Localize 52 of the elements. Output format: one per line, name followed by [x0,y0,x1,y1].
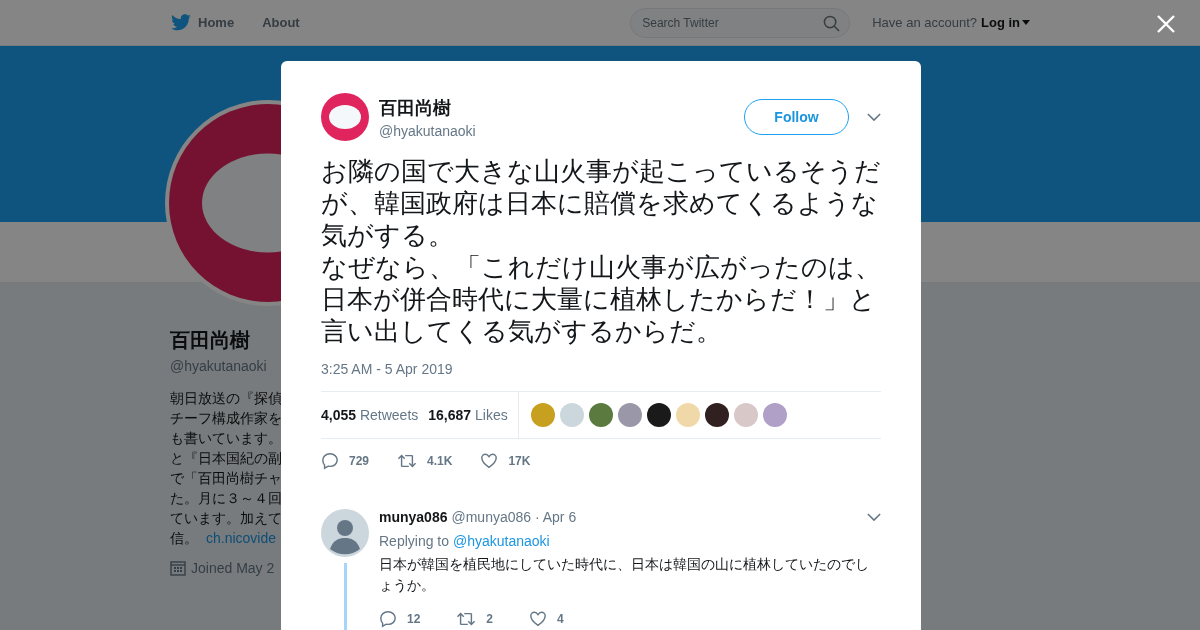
retweet-icon[interactable] [397,452,418,470]
avatar[interactable] [321,93,369,141]
reply-icon[interactable] [321,452,339,470]
chevron-down-icon[interactable] [867,112,881,122]
nav-link[interactable]: About [262,15,300,30]
follow-button[interactable]: Follow [744,99,849,135]
retweet-button[interactable]: 2 [456,610,494,628]
avatar[interactable] [321,509,369,557]
tweet-text: お隣の国で大きな山火事が起こっているそうだが、韓国政府は日本に賠償を求めてくるような気がする。 [321,155,881,251]
chevron-down-icon[interactable] [867,512,881,522]
bio-text: も書いています。 [170,429,283,448]
account-prompt: Have an account? [872,15,977,30]
mention-link[interactable]: @hyakutanaoki [452,533,550,549]
login-link[interactable]: Log in [981,15,1030,30]
search-icon[interactable] [823,14,841,32]
retweet-button[interactable]: 4.1K [397,452,453,470]
search-field[interactable]: Search Twitter [630,7,851,38]
bio-text: で「百田尚樹チャ [170,469,283,488]
like-button[interactable]: 17K [480,452,531,470]
liker-avatar[interactable] [646,403,671,427]
liker-avatar[interactable] [704,403,729,427]
thread-line [343,563,347,630]
replying-to-text: Replying to @hyakutanaoki [379,533,551,549]
reply-author-name[interactable]: munya086 [379,509,448,525]
tweet-text: なぜなら、「これだけ山火事が広がったのは、日本が併合時代に大量に植林したからだ！」と言い出してくる気がするからだ。 [321,251,881,347]
joined-date: Joined May 2 [191,560,275,576]
reply-button[interactable]: 12 [379,610,421,628]
bio-text: た。月に３～４回 [170,489,283,508]
retweet-icon[interactable] [456,610,477,628]
reply-meta: @munya086 · Apr 6 [451,509,578,525]
heart-icon[interactable] [480,452,499,470]
calendar-icon [170,560,186,576]
bio-text: チーフ構成作家を [170,409,283,428]
nav-link[interactable]: Home [198,15,235,30]
reply-icon[interactable] [379,610,397,628]
close-icon[interactable] [1156,14,1176,34]
caret-icon [1022,20,1030,25]
like-button[interactable]: 4 [529,610,564,628]
profile-name: 百田尚樹 [170,328,250,353]
bio-text: と『日本国紀の副 [170,449,283,468]
bio-text: ています。加えて [170,509,283,528]
author-handle[interactable]: @hyakutanaoki [379,122,744,139]
tweet-timestamp[interactable]: 3:25 AM - 5 Apr 2019 [321,361,881,377]
like-count[interactable]: 16,687 Likes [428,407,508,423]
bio-text: 朝日放送の『探偵 [170,389,283,408]
profile-handle: @hyakutanaoki [170,358,267,374]
bio-text: 信。 [170,530,198,546]
reply-button[interactable]: 729 [321,452,370,470]
retweet-count[interactable]: 4,055 Retweets [321,407,419,423]
reply-text: 日本が韓国を植民地にしていた時代に、日本は韓国の山に植林していたのでしょうか。 [379,555,870,595]
heart-icon[interactable] [529,610,548,628]
author-name[interactable]: 百田尚樹 [379,95,744,120]
